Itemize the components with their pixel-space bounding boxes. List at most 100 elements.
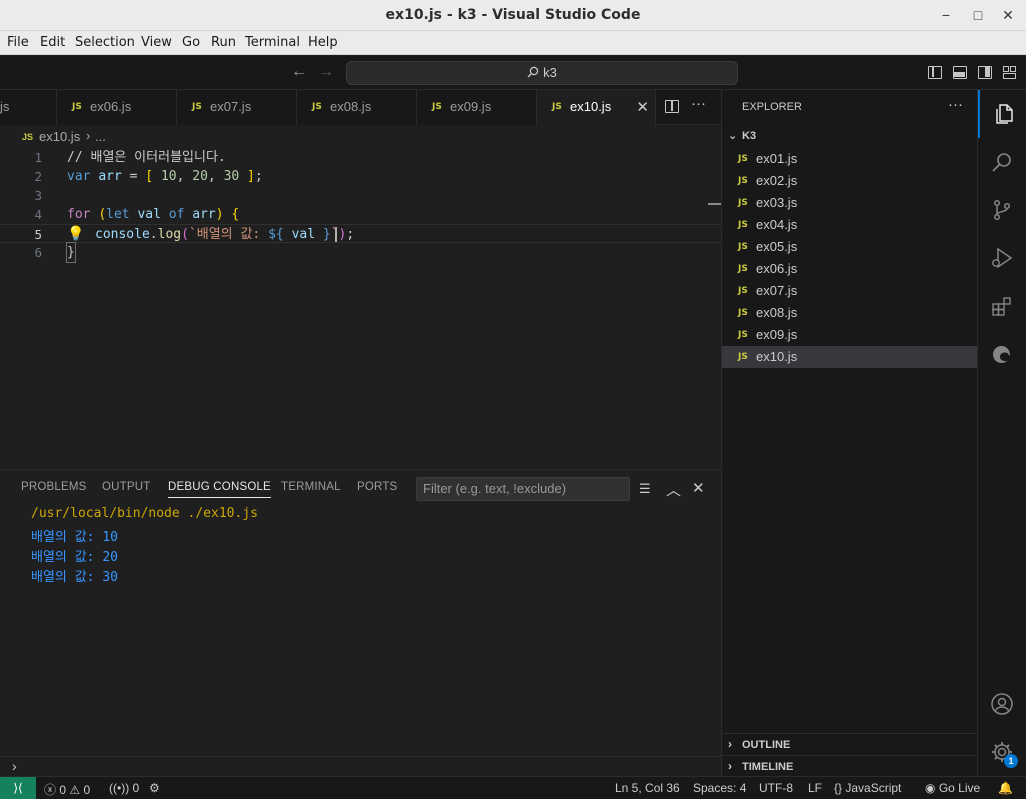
- file-label: ex07.js: [756, 283, 798, 298]
- end-of-line[interactable]: LF: [808, 781, 822, 795]
- forward-arrow-icon[interactable]: →: [318, 63, 334, 81]
- lightbulb-icon[interactable]: 💡: [67, 225, 84, 244]
- notifications-bell-icon[interactable]: 🔔: [998, 781, 1013, 795]
- remote-icon: ⟩⟨: [13, 781, 23, 795]
- file-item[interactable]: JS ex01.js: [722, 148, 978, 170]
- more-actions-icon[interactable]: ···: [691, 95, 706, 112]
- editor-tab-bar: js JS ex06.js JS ex07.js JS ex08.js JS e…: [0, 90, 721, 126]
- panel-tab-ports[interactable]: PORTS: [357, 481, 397, 493]
- tab-ex10[interactable]: JS ex10.js ✕: [537, 90, 656, 126]
- file-item-selected[interactable]: JS ex10.js: [722, 346, 978, 368]
- run-debug-activity[interactable]: [978, 234, 1026, 282]
- edge-devtools-activity[interactable]: [978, 330, 1026, 378]
- tab-label: ex07.js: [210, 99, 252, 114]
- js-file-icon: JS: [72, 102, 82, 112]
- customize-layout-icon[interactable]: [1003, 66, 1017, 79]
- command-center-search[interactable]: k3: [346, 61, 738, 85]
- back-arrow-icon[interactable]: ←: [291, 63, 307, 81]
- panel-tab-problems[interactable]: PROBLEMS: [21, 481, 87, 493]
- close-window-button[interactable]: ✕: [997, 5, 1019, 25]
- file-item[interactable]: JS ex06.js: [722, 258, 978, 280]
- command-bar: ← → k3: [0, 56, 1026, 90]
- toggle-secondary-sidebar-icon[interactable]: [978, 66, 992, 79]
- minimize-button[interactable]: −: [935, 5, 957, 25]
- problems-status[interactable]: ⓧ 0 ⚠ 0: [44, 781, 90, 798]
- menu-edit[interactable]: Edit: [40, 35, 65, 50]
- go-live-label: Go Live: [938, 781, 981, 795]
- accounts-activity[interactable]: [978, 680, 1026, 728]
- broadcast-icon: ◉: [925, 781, 936, 795]
- maximize-button[interactable]: □: [967, 5, 989, 25]
- tab-ex06[interactable]: JS ex06.js: [57, 90, 177, 125]
- code-text: var arr = [ 10, 20, 30 ];: [67, 169, 263, 184]
- timeline-section[interactable]: › TIMELINE: [722, 755, 978, 777]
- menu-bar: File Edit Selection View Go Run Terminal…: [0, 31, 1026, 55]
- file-item[interactable]: JS ex09.js: [722, 324, 978, 346]
- menu-help[interactable]: Help: [308, 35, 338, 50]
- file-label: ex09.js: [756, 327, 798, 342]
- toggle-panel-icon[interactable]: [953, 66, 967, 79]
- menu-file[interactable]: File: [7, 35, 29, 50]
- panel-tab-output[interactable]: OUTPUT: [102, 481, 150, 493]
- explorer-activity[interactable]: [978, 90, 1026, 138]
- menu-terminal[interactable]: Terminal: [245, 35, 300, 50]
- tab-ex07[interactable]: JS ex07.js: [177, 90, 297, 125]
- ports-status[interactable]: ((•)) 0: [109, 781, 139, 795]
- file-item[interactable]: JS ex03.js: [722, 192, 978, 214]
- manage-activity[interactable]: 1: [978, 728, 1026, 776]
- line-number: 2: [34, 169, 42, 184]
- file-item[interactable]: JS ex08.js: [722, 302, 978, 324]
- files-icon: [996, 104, 1013, 124]
- source-control-activity[interactable]: [978, 186, 1026, 234]
- console-output-line: 배열의 값: 10: [31, 530, 118, 545]
- js-file-icon: JS: [552, 102, 562, 112]
- menu-go[interactable]: Go: [182, 35, 200, 50]
- menu-view[interactable]: View: [141, 35, 172, 50]
- breadcrumb-rest[interactable]: ...: [95, 129, 106, 144]
- split-editor-icon[interactable]: [665, 100, 679, 113]
- maximize-panel-icon[interactable]: ︿: [666, 479, 681, 500]
- toggle-primary-sidebar-icon[interactable]: [928, 66, 942, 79]
- tab-label: ex10.js: [570, 99, 612, 114]
- tab-ex08[interactable]: JS ex08.js: [297, 90, 417, 125]
- line-number: 5: [34, 227, 42, 242]
- debug-console-filter-input[interactable]: Filter (e.g. text, !exclude): [416, 477, 630, 501]
- folder-label: K3: [742, 130, 757, 142]
- line-number: 3: [34, 188, 42, 203]
- tab-ex09[interactable]: JS ex09.js: [417, 90, 537, 125]
- tab-partial[interactable]: js: [0, 90, 57, 125]
- file-item[interactable]: JS ex07.js: [722, 280, 978, 302]
- menu-selection[interactable]: Selection: [75, 35, 135, 50]
- search-icon: [992, 153, 1011, 172]
- extensions-activity[interactable]: [978, 282, 1026, 330]
- language-mode[interactable]: {} JavaScript: [834, 781, 901, 795]
- go-live-button[interactable]: ◉ Go Live: [925, 781, 980, 795]
- file-item[interactable]: JS ex02.js: [722, 170, 978, 192]
- outline-section[interactable]: › OUTLINE: [722, 733, 978, 755]
- close-tab-icon[interactable]: ✕: [636, 98, 649, 116]
- panel-tab-terminal[interactable]: TERMINAL: [281, 481, 341, 493]
- folder-k3[interactable]: ⌄ K3: [722, 126, 978, 148]
- breadcrumb-file[interactable]: ex10.js: [39, 129, 80, 144]
- explorer-more-icon[interactable]: ···: [948, 96, 963, 113]
- run-debug-icon: [992, 247, 1013, 269]
- panel-tab-debug-console[interactable]: DEBUG CONSOLE: [168, 481, 271, 498]
- search-activity[interactable]: [978, 138, 1026, 186]
- file-item[interactable]: JS ex05.js: [722, 236, 978, 258]
- indentation[interactable]: Spaces: 4: [693, 781, 746, 795]
- file-label: ex02.js: [756, 173, 798, 188]
- menu-run[interactable]: Run: [211, 35, 236, 50]
- remote-indicator[interactable]: ⟩⟨: [0, 777, 36, 799]
- code-line: 2 var arr = [ 10, 20, 30 ];: [0, 167, 721, 186]
- debug-console-input[interactable]: ›: [0, 756, 721, 777]
- file-item[interactable]: JS ex04.js: [722, 214, 978, 236]
- cursor-position[interactable]: Ln 5, Col 36: [615, 781, 680, 795]
- js-file-icon: JS: [738, 308, 748, 318]
- command-center-label: k3: [543, 65, 557, 80]
- close-panel-icon[interactable]: ✕: [692, 479, 705, 497]
- code-editor[interactable]: 1 // 배열은 이터러블입니다. 2 var arr = [ 10, 20, …: [0, 148, 721, 468]
- js-file-icon: JS: [432, 102, 442, 112]
- encoding[interactable]: UTF-8: [759, 781, 793, 795]
- clear-console-icon[interactable]: ☰: [639, 481, 651, 497]
- debug-status-icon[interactable]: ⚙: [149, 781, 160, 795]
